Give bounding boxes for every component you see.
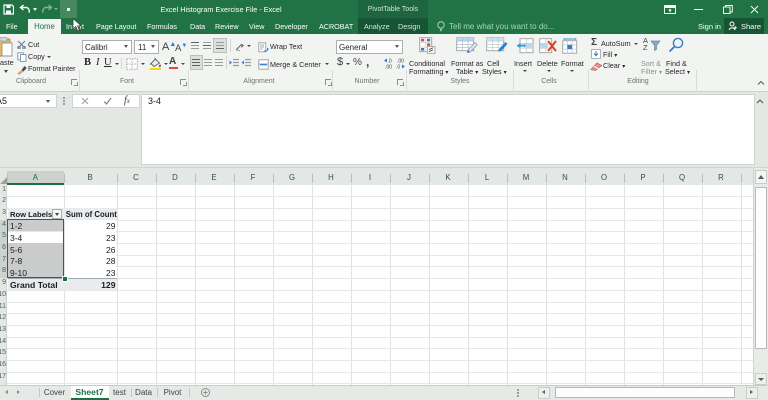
svg-text:.0: .0 — [396, 64, 400, 69]
svg-text:.00: .00 — [385, 64, 392, 69]
